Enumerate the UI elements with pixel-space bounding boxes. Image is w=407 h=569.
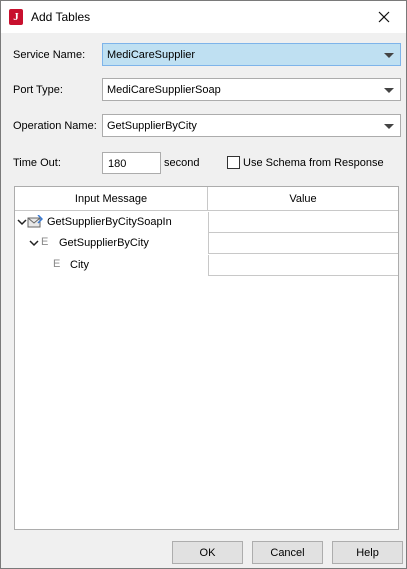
port-type-label: Port Type: <box>13 84 63 96</box>
use-schema-label[interactable]: Use Schema from Response <box>243 157 384 169</box>
port-type-select[interactable]: MediCareSupplierSoap <box>102 78 401 101</box>
port-type-value: MediCareSupplierSoap <box>107 84 221 96</box>
chevron-down-icon[interactable] <box>384 88 394 93</box>
table-header: Input Message Value <box>15 187 398 211</box>
tree-row-label: GetSupplierByCitySoapIn <box>47 216 172 228</box>
element-icon: E <box>53 258 61 270</box>
use-schema-checkbox[interactable] <box>227 156 240 169</box>
operation-name-value: GetSupplierByCity <box>107 120 197 132</box>
tree-row-get-supplier[interactable]: E GetSupplierByCity <box>15 233 208 254</box>
close-icon <box>378 11 389 22</box>
service-name-label: Service Name: <box>13 49 86 61</box>
timeout-input[interactable]: 180 <box>102 152 161 174</box>
timeout-unit-label: second <box>164 157 200 169</box>
chevron-down-icon[interactable] <box>384 124 394 129</box>
operation-name-select[interactable]: GetSupplierByCity <box>102 114 401 137</box>
app-logo-icon: J <box>9 9 23 25</box>
tree-row-city[interactable]: E City <box>15 255 208 276</box>
chevron-down-icon[interactable] <box>17 216 27 228</box>
column-header-value[interactable]: Value <box>208 187 398 211</box>
service-name-select[interactable]: MediCareSupplier <box>102 43 401 66</box>
ok-button[interactable]: OK <box>172 541 243 564</box>
tree-row-soap-in[interactable]: GetSupplierByCitySoapIn <box>15 212 208 233</box>
timeout-value: 180 <box>108 158 127 170</box>
title-bar[interactable]: J Add Tables <box>1 1 406 33</box>
service-name-value: MediCareSupplier <box>107 49 196 61</box>
element-icon: E <box>41 236 49 248</box>
cancel-button[interactable]: Cancel <box>252 541 323 564</box>
close-button[interactable] <box>361 1 406 32</box>
value-cell[interactable] <box>208 212 398 233</box>
add-tables-dialog: J Add Tables Service Name: MediCareSuppl… <box>0 0 407 569</box>
operation-name-label: Operation Name: <box>13 120 97 132</box>
value-cell[interactable] <box>208 233 398 254</box>
input-message-table: Input Message Value GetSupplierByCitySoa… <box>14 186 399 530</box>
help-button[interactable]: Help <box>332 541 403 564</box>
chevron-down-icon[interactable] <box>29 237 39 249</box>
dialog-title: Add Tables <box>31 10 91 24</box>
message-icon <box>27 215 43 228</box>
timeout-label: Time Out: <box>13 157 61 169</box>
tree-row-label: City <box>70 259 89 271</box>
chevron-down-icon[interactable] <box>384 53 394 58</box>
column-header-input-message[interactable]: Input Message <box>15 187 208 211</box>
tree-row-label: GetSupplierByCity <box>59 237 149 249</box>
value-cell[interactable] <box>208 255 398 276</box>
